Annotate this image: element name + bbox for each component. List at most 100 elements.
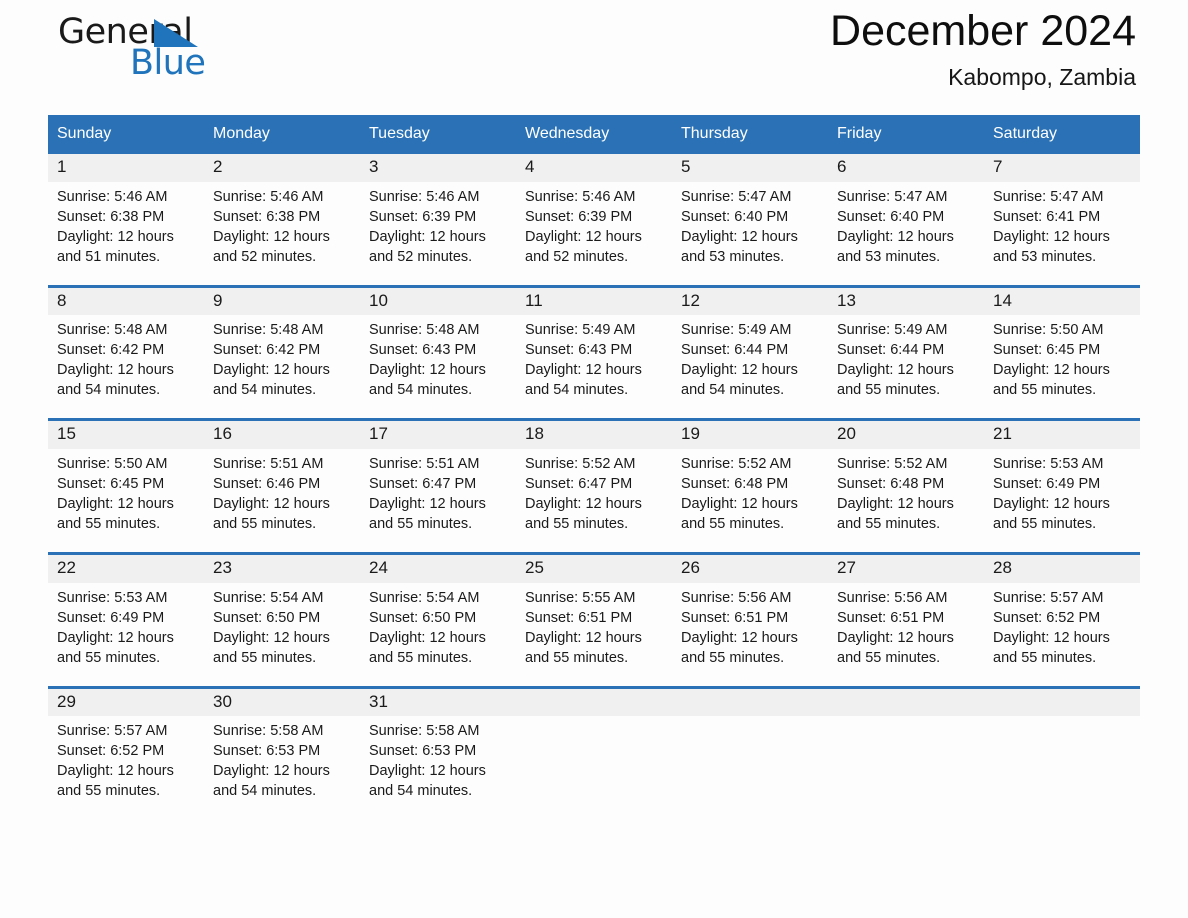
- day-number[interactable]: 3: [360, 154, 516, 182]
- day-cell[interactable]: Sunrise: 5:50 AM Sunset: 6:45 PM Dayligh…: [48, 449, 204, 554]
- daylight-text-line2: and 55 minutes.: [681, 649, 785, 666]
- day-cell[interactable]: Sunrise: 5:48 AM Sunset: 6:42 PM Dayligh…: [204, 315, 360, 420]
- day-number[interactable]: 22: [48, 552, 204, 583]
- day-cell[interactable]: Sunrise: 5:52 AM Sunset: 6:48 PM Dayligh…: [672, 449, 828, 554]
- day-cell[interactable]: Sunrise: 5:46 AM Sunset: 6:38 PM Dayligh…: [48, 181, 204, 287]
- logo-word-general: General: [58, 15, 198, 50]
- sunrise-text: Sunrise: 5:51 AM: [369, 456, 480, 473]
- day-number[interactable]: 2: [204, 154, 360, 182]
- day-cell[interactable]: Sunrise: 5:56 AM Sunset: 6:51 PM Dayligh…: [828, 582, 984, 688]
- day-number[interactable]: 26: [672, 552, 828, 583]
- day-number[interactable]: 23: [204, 552, 360, 583]
- day-cell[interactable]: Sunrise: 5:52 AM Sunset: 6:47 PM Dayligh…: [516, 449, 672, 554]
- daylight-text-line2: and 54 minutes.: [213, 382, 317, 399]
- week-1-daynum-row: 1 2 3 4 5 6 7: [48, 154, 1140, 182]
- day-number[interactable]: 21: [984, 418, 1140, 450]
- day-number[interactable]: 13: [828, 284, 984, 316]
- logo-triangle-icon: [154, 19, 198, 47]
- day-cell[interactable]: Sunrise: 5:58 AM Sunset: 6:53 PM Dayligh…: [204, 716, 360, 820]
- day-number[interactable]: 27: [828, 552, 984, 583]
- day-number[interactable]: 19: [672, 418, 828, 450]
- day-number[interactable]: 5: [672, 154, 828, 182]
- day-cell[interactable]: Sunrise: 5:58 AM Sunset: 6:53 PM Dayligh…: [360, 716, 516, 820]
- sunrise-text: Sunrise: 5:58 AM: [369, 723, 480, 740]
- day-cell[interactable]: Sunrise: 5:53 AM Sunset: 6:49 PM Dayligh…: [984, 449, 1140, 554]
- day-cell[interactable]: Sunrise: 5:48 AM Sunset: 6:43 PM Dayligh…: [360, 315, 516, 420]
- day-cell[interactable]: Sunrise: 5:47 AM Sunset: 6:40 PM Dayligh…: [672, 181, 828, 287]
- daylight-text-line2: and 55 minutes.: [681, 516, 785, 533]
- day-cell[interactable]: Sunrise: 5:49 AM Sunset: 6:44 PM Dayligh…: [828, 315, 984, 420]
- day-number[interactable]: 10: [360, 284, 516, 316]
- day-number[interactable]: 17: [360, 418, 516, 450]
- day-number[interactable]: 4: [516, 154, 672, 182]
- generalblue-logo: General Blue: [58, 15, 206, 81]
- day-number[interactable]: 20: [828, 418, 984, 450]
- day-cell[interactable]: Sunrise: 5:55 AM Sunset: 6:51 PM Dayligh…: [516, 582, 672, 688]
- day-cell[interactable]: Sunrise: 5:54 AM Sunset: 6:50 PM Dayligh…: [360, 582, 516, 688]
- day-number[interactable]: 1: [48, 154, 204, 182]
- daylight-text-line1: Daylight: 12 hours: [525, 228, 642, 245]
- empty-day-number: [516, 685, 672, 717]
- day-cell[interactable]: Sunrise: 5:53 AM Sunset: 6:49 PM Dayligh…: [48, 582, 204, 688]
- day-cell[interactable]: Sunrise: 5:50 AM Sunset: 6:45 PM Dayligh…: [984, 315, 1140, 420]
- sunrise-text: Sunrise: 5:47 AM: [993, 188, 1104, 205]
- day-number[interactable]: 24: [360, 552, 516, 583]
- daylight-text-line1: Daylight: 12 hours: [681, 228, 798, 245]
- day-cell[interactable]: Sunrise: 5:49 AM Sunset: 6:43 PM Dayligh…: [516, 315, 672, 420]
- sunset-text: Sunset: 6:51 PM: [837, 609, 945, 626]
- day-number[interactable]: 8: [48, 284, 204, 316]
- day-number[interactable]: 6: [828, 154, 984, 182]
- day-number[interactable]: 12: [672, 284, 828, 316]
- day-cell[interactable]: Sunrise: 5:47 AM Sunset: 6:40 PM Dayligh…: [828, 181, 984, 287]
- day-cell[interactable]: Sunrise: 5:56 AM Sunset: 6:51 PM Dayligh…: [672, 582, 828, 688]
- empty-day-cell: [828, 716, 984, 820]
- daylight-text-line2: and 53 minutes.: [993, 248, 1097, 265]
- sunrise-text: Sunrise: 5:47 AM: [837, 188, 948, 205]
- day-cell[interactable]: Sunrise: 5:46 AM Sunset: 6:39 PM Dayligh…: [516, 181, 672, 287]
- daylight-text-line1: Daylight: 12 hours: [57, 228, 174, 245]
- weekday-header-tuesday: Tuesday: [360, 115, 516, 154]
- day-cell[interactable]: Sunrise: 5:51 AM Sunset: 6:46 PM Dayligh…: [204, 449, 360, 554]
- week-3-info-row: Sunrise: 5:50 AM Sunset: 6:45 PM Dayligh…: [48, 449, 1140, 554]
- day-number[interactable]: 25: [516, 552, 672, 583]
- daylight-text-line2: and 55 minutes.: [369, 516, 473, 533]
- sunset-text: Sunset: 6:48 PM: [681, 476, 789, 493]
- day-number[interactable]: 16: [204, 418, 360, 450]
- day-cell[interactable]: Sunrise: 5:49 AM Sunset: 6:44 PM Dayligh…: [672, 315, 828, 420]
- day-number[interactable]: 15: [48, 418, 204, 450]
- day-number[interactable]: 7: [984, 154, 1140, 182]
- day-cell[interactable]: Sunrise: 5:57 AM Sunset: 6:52 PM Dayligh…: [48, 716, 204, 820]
- daylight-text-line1: Daylight: 12 hours: [837, 228, 954, 245]
- empty-day-number: [828, 685, 984, 717]
- daylight-text-line1: Daylight: 12 hours: [525, 629, 642, 646]
- sunrise-text: Sunrise: 5:54 AM: [369, 589, 480, 606]
- day-cell[interactable]: Sunrise: 5:52 AM Sunset: 6:48 PM Dayligh…: [828, 449, 984, 554]
- day-cell[interactable]: Sunrise: 5:47 AM Sunset: 6:41 PM Dayligh…: [984, 181, 1140, 287]
- daylight-text-line1: Daylight: 12 hours: [993, 228, 1110, 245]
- daylight-text-line1: Daylight: 12 hours: [57, 763, 174, 780]
- week-5-info-row: Sunrise: 5:57 AM Sunset: 6:52 PM Dayligh…: [48, 716, 1140, 820]
- day-cell[interactable]: Sunrise: 5:46 AM Sunset: 6:38 PM Dayligh…: [204, 181, 360, 287]
- sunset-text: Sunset: 6:48 PM: [837, 476, 945, 493]
- day-number[interactable]: 30: [204, 685, 360, 717]
- day-number[interactable]: 18: [516, 418, 672, 450]
- daylight-text-line2: and 55 minutes.: [57, 649, 161, 666]
- day-number[interactable]: 14: [984, 284, 1140, 316]
- daylight-text-line2: and 54 minutes.: [369, 382, 473, 399]
- sunset-text: Sunset: 6:39 PM: [369, 208, 477, 225]
- day-cell[interactable]: Sunrise: 5:46 AM Sunset: 6:39 PM Dayligh…: [360, 181, 516, 287]
- page-header: General Blue December 2024 Kabompo, Zamb…: [48, 0, 1140, 115]
- calendar-header: Sunday Monday Tuesday Wednesday Thursday…: [48, 115, 1140, 154]
- day-cell[interactable]: Sunrise: 5:54 AM Sunset: 6:50 PM Dayligh…: [204, 582, 360, 688]
- day-number[interactable]: 28: [984, 552, 1140, 583]
- day-cell[interactable]: Sunrise: 5:51 AM Sunset: 6:47 PM Dayligh…: [360, 449, 516, 554]
- day-number[interactable]: 11: [516, 284, 672, 316]
- day-cell[interactable]: Sunrise: 5:57 AM Sunset: 6:52 PM Dayligh…: [984, 582, 1140, 688]
- day-cell[interactable]: Sunrise: 5:48 AM Sunset: 6:42 PM Dayligh…: [48, 315, 204, 420]
- sunrise-text: Sunrise: 5:50 AM: [993, 322, 1104, 339]
- day-number[interactable]: 31: [360, 685, 516, 717]
- daylight-text-line2: and 55 minutes.: [837, 516, 941, 533]
- day-number[interactable]: 29: [48, 685, 204, 717]
- weekday-header-friday: Friday: [828, 115, 984, 154]
- day-number[interactable]: 9: [204, 284, 360, 316]
